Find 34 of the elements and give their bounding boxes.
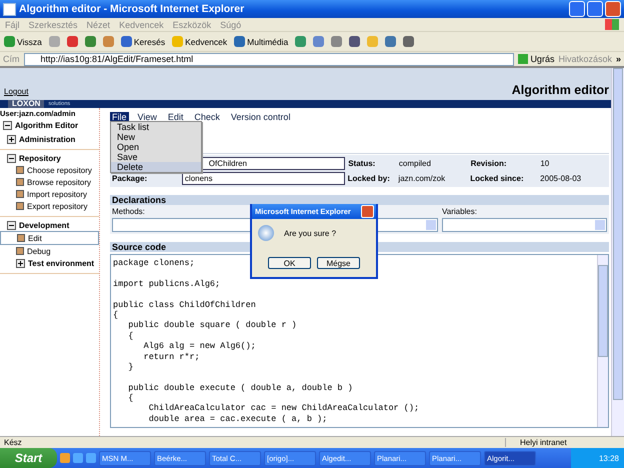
- code-line: ChildAreaCalculator cac = new ChildAreaCalculator ();: [148, 403, 420, 414]
- field-label: Locked by:: [348, 174, 391, 183]
- code-line: public double square ( double r ): [127, 320, 297, 331]
- field-label: Variables:: [442, 207, 477, 216]
- code-line: double area = cac.execute ( a, b );: [148, 414, 328, 424]
- field-label: Package:: [112, 174, 148, 183]
- window-title: Algorithm editor - Microsoft Internet Explorer: [19, 3, 246, 15]
- zone-label: Helyi intranet: [505, 438, 620, 447]
- code-line: }: [127, 362, 134, 372]
- logo: LOXON: [8, 100, 44, 108]
- field-value: jazn.com/zok: [398, 174, 446, 183]
- code-line: public double execute ( double a, double b ): [127, 382, 353, 394]
- field-label: Locked since:: [470, 174, 525, 183]
- field-value: 10: [540, 159, 550, 168]
- field-label: Status:: [348, 159, 376, 168]
- dialog-message: Are you sure ?: [284, 228, 336, 238]
- field-label: Revision:: [470, 159, 508, 168]
- code-line: return r*r;: [142, 352, 200, 362]
- code-line: {: [113, 310, 118, 320]
- code-line: package clonens;: [113, 258, 195, 268]
- field-value: 2005-08-03: [540, 174, 582, 183]
- field-value: compiled: [398, 159, 432, 168]
- code-line: public class ChildOfChildren: [113, 300, 256, 310]
- clock: 13:28: [598, 454, 619, 462]
- page-title: Algorithm editor: [512, 83, 609, 97]
- status-text: Kész: [4, 438, 22, 447]
- code-line: {: [127, 393, 134, 404]
- code-line: {: [127, 330, 134, 342]
- links-label: Hivatkozások: [558, 54, 612, 64]
- address-label: Cím: [3, 54, 20, 64]
- section-header: Declarations: [110, 195, 609, 205]
- code-line: import publicns.Alg6;: [113, 278, 220, 290]
- code-line: Alg6 alg = new Alg6();: [142, 341, 256, 352]
- field-label: Methods:: [112, 207, 145, 216]
